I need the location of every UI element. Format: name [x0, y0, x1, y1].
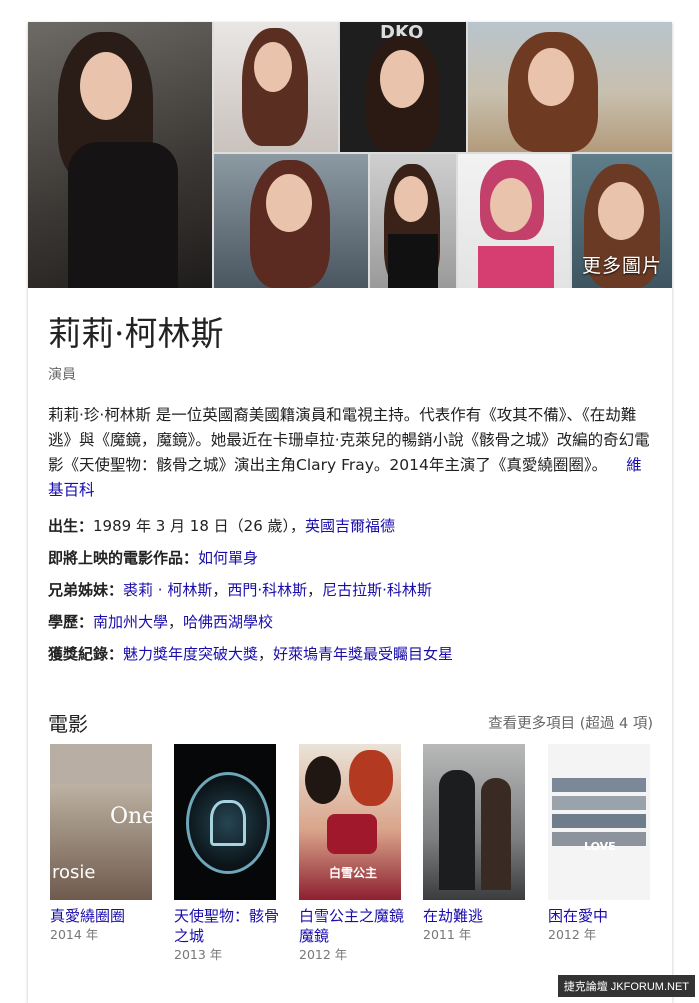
- photo-tile[interactable]: DKO: [340, 22, 466, 152]
- fact-link[interactable]: 尼古拉斯·科林斯: [322, 581, 432, 599]
- movies-section-title: 電影: [48, 712, 88, 736]
- fact-label: 即將上映的電影作品：: [48, 549, 199, 567]
- entity-subtitle: 演員: [48, 367, 76, 383]
- movie-year: 2014 年: [50, 927, 99, 942]
- fact-label: 兄弟姊妹：: [48, 581, 124, 599]
- movie-poster[interactable]: LOVE: [548, 744, 650, 900]
- fact-label: 出生：: [48, 517, 94, 535]
- movie-poster[interactable]: One rosie: [50, 744, 152, 900]
- more-photos-link[interactable]: 更多圖片: [582, 251, 662, 278]
- fact-row: 出生：1989 年 3 月 18 日（26 歲），英國吉爾福德: [48, 515, 658, 547]
- movie-poster[interactable]: [423, 744, 525, 900]
- fact-link[interactable]: 魅力獎年度突破大獎: [123, 645, 258, 663]
- movie-poster[interactable]: 白雪公主: [299, 744, 401, 900]
- photo-mosaic[interactable]: DKO 更多圖片: [28, 22, 672, 288]
- facts-list: 出生：1989 年 3 月 18 日（26 歲），英國吉爾福德 即將上映的電影作品…: [48, 515, 658, 675]
- fact-link[interactable]: 南加州大學: [93, 613, 168, 631]
- photo-tile[interactable]: [458, 154, 570, 288]
- photo-tile[interactable]: [468, 22, 672, 152]
- fact-text: ，: [307, 581, 323, 599]
- fact-label: 獲獎紀錄：: [48, 645, 124, 663]
- movie-title[interactable]: 白雪公主之魔鏡魔鏡: [299, 907, 404, 945]
- movie-year: 2012 年: [548, 927, 597, 942]
- fact-link[interactable]: 英國吉爾福德: [305, 517, 395, 535]
- movie-year: 2011 年: [423, 927, 472, 942]
- photo-tile[interactable]: [370, 154, 456, 288]
- photo-tile[interactable]: [28, 22, 212, 288]
- fact-link[interactable]: 哈佛西湖學校: [183, 613, 273, 631]
- fact-link[interactable]: 如何單身: [198, 549, 258, 567]
- fact-row: 兄弟姊妹：裘莉 · 柯林斯，西門·科林斯，尼古拉斯·科林斯: [48, 579, 658, 611]
- movie-title[interactable]: 天使聖物：骸骨之城: [174, 907, 279, 945]
- fact-link[interactable]: 西門·科林斯: [227, 581, 307, 599]
- description-text: 莉莉·珍·柯林斯 是一位英國裔美國籍演員和電視主持。代表作有《攻其不備》、《在劫…: [48, 406, 650, 474]
- forum-watermark: 捷克論壇 JKFORUM.NET: [557, 975, 695, 997]
- movie-year: 2012 年: [299, 947, 348, 962]
- see-more-movies-link[interactable]: 查看更多項目 (超過 4 項): [488, 712, 653, 733]
- entity-description: 莉莉·珍·柯林斯 是一位英國裔美國籍演員和電視主持。代表作有《攻其不備》、《在劫…: [48, 403, 653, 503]
- photo-tile[interactable]: [214, 22, 338, 152]
- fact-link[interactable]: 好萊塢青年獎最受矚目女星: [273, 645, 453, 663]
- fact-link[interactable]: 裘莉 · 柯林斯: [123, 581, 212, 599]
- movie-title[interactable]: 真愛繞圈圈: [50, 907, 125, 925]
- movie-title[interactable]: 在劫難逃: [423, 907, 483, 925]
- fact-text: ，: [258, 645, 274, 663]
- movies-section-header: 電影 查看更多項目 (超過 4 項): [48, 708, 653, 737]
- movie-title[interactable]: 困在愛中: [548, 907, 608, 925]
- fact-text: ，: [212, 581, 228, 599]
- fact-text: 1989 年 3 月 18 日（26 歲），: [93, 517, 306, 535]
- fact-row: 學歷：南加州大學，哈佛西湖學校: [48, 611, 658, 643]
- movie-poster[interactable]: [174, 744, 276, 900]
- movie-year: 2013 年: [174, 947, 223, 962]
- fact-text: ，: [168, 613, 184, 631]
- entity-title: 莉莉·柯林斯: [48, 314, 224, 353]
- fact-row: 獲獎紀錄：魅力獎年度突破大獎，好萊塢青年獎最受矚目女星: [48, 643, 658, 675]
- knowledge-panel: DKO 更多圖片 莉莉·柯林斯 演員 莉莉·珍·柯林斯 是一位英國裔美國籍演員和…: [28, 22, 672, 1003]
- photo-tile[interactable]: [214, 154, 368, 288]
- fact-row: 即將上映的電影作品：如何單身: [48, 547, 658, 579]
- fact-label: 學歷：: [48, 613, 94, 631]
